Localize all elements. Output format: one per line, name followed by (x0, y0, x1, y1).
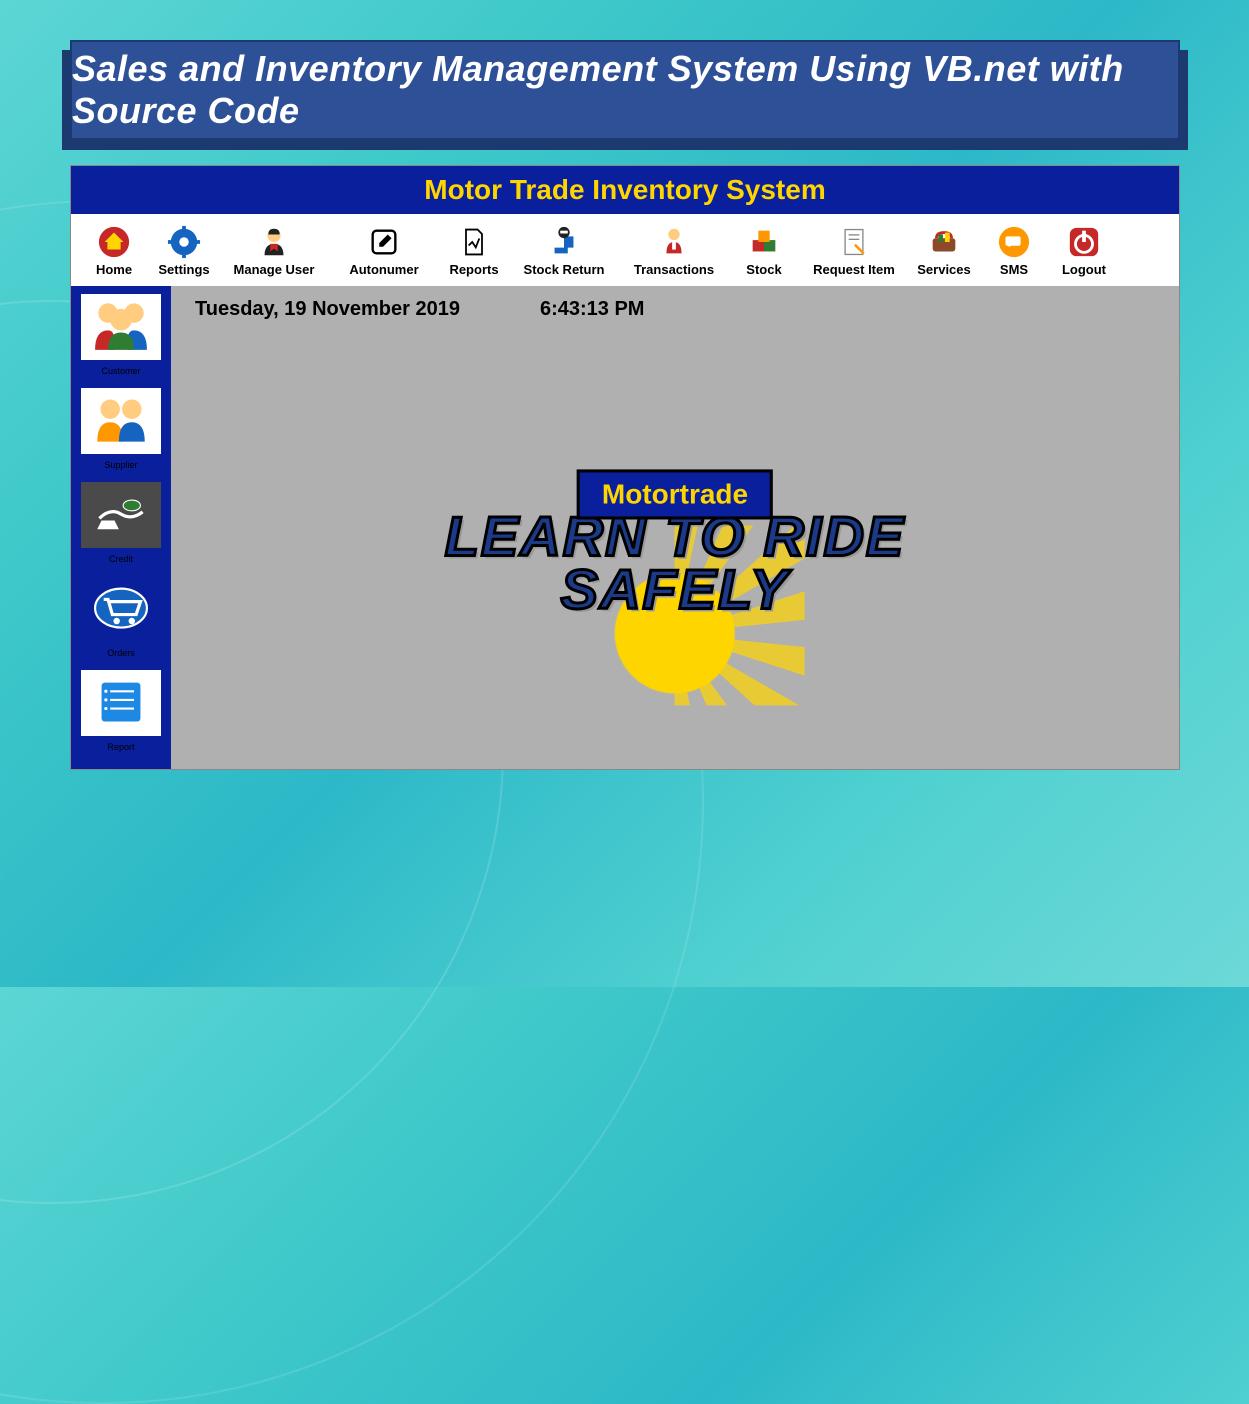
sms-button[interactable]: SMS (979, 222, 1049, 279)
current-time: 6:43:13 PM (540, 298, 645, 321)
user-icon (256, 224, 292, 260)
sidebar-credit-label: Credit (109, 554, 133, 564)
customer-icon (86, 298, 156, 357)
request-item-button[interactable]: Request Item (799, 222, 909, 279)
services-icon (926, 224, 962, 260)
request-item-label: Request Item (813, 262, 895, 277)
sidebar-customer-label: Customer (101, 366, 140, 376)
stock-button[interactable]: Stock (729, 222, 799, 279)
home-button[interactable]: Home (79, 222, 149, 279)
manage-user-button[interactable]: Manage User (219, 222, 329, 279)
sidebar-report-label: Report (107, 742, 134, 752)
stock-icon (746, 224, 782, 260)
sidebar-supplier-button[interactable] (79, 386, 163, 456)
reports-label: Reports (449, 262, 498, 277)
stock-return-button[interactable]: Stock Return (509, 222, 619, 279)
cart-icon (86, 580, 156, 639)
transaction-icon (656, 224, 692, 260)
main-panel: Tuesday, 19 November 2019 6:43:13 PM Mot… (171, 286, 1179, 769)
logout-button[interactable]: Logout (1049, 222, 1119, 279)
request-icon (836, 224, 872, 260)
stock-label: Stock (746, 262, 781, 277)
sms-label: SMS (1000, 262, 1028, 277)
current-date: Tuesday, 19 November 2019 (195, 298, 460, 321)
sidebar-credit-button[interactable] (79, 480, 163, 550)
autonumber-button[interactable]: Autonumer (329, 222, 439, 279)
app-window: Motor Trade Inventory System Home Settin… (70, 165, 1180, 770)
credit-icon (86, 486, 156, 545)
logout-icon (1066, 224, 1102, 260)
app-title-bar: Motor Trade Inventory System (71, 166, 1179, 214)
logo-brand: Motortrade (577, 469, 773, 519)
report-icon (456, 224, 492, 260)
manage-user-label: Manage User (234, 262, 315, 277)
edit-icon (366, 224, 402, 260)
main-toolbar: Home Settings Manage User Autonumer Repo (71, 214, 1179, 286)
left-sidebar: Customer Supplier Credit Orders (71, 286, 171, 769)
content-area: Customer Supplier Credit Orders (71, 286, 1179, 769)
home-icon (96, 224, 132, 260)
transactions-button[interactable]: Transactions (619, 222, 729, 279)
sidebar-report-button[interactable] (79, 668, 163, 738)
settings-label: Settings (158, 262, 209, 277)
list-icon (86, 674, 156, 733)
autonumber-label: Autonumer (349, 262, 418, 277)
services-button[interactable]: Services (909, 222, 979, 279)
banner-title: Sales and Inventory Management System Us… (72, 48, 1178, 132)
page-banner: Sales and Inventory Management System Us… (70, 40, 1180, 140)
services-label: Services (917, 262, 971, 277)
sidebar-orders-button[interactable] (79, 574, 163, 644)
gear-icon (166, 224, 202, 260)
app-title: Motor Trade Inventory System (424, 174, 825, 206)
sidebar-customer-button[interactable] (79, 292, 163, 362)
sidebar-orders-label: Orders (107, 648, 135, 658)
return-icon (546, 224, 582, 260)
reports-button[interactable]: Reports (439, 222, 509, 279)
home-label: Home (96, 262, 132, 277)
sidebar-supplier-label: Supplier (104, 460, 137, 470)
transactions-label: Transactions (634, 262, 714, 277)
supplier-icon (86, 392, 156, 451)
stock-return-label: Stock Return (524, 262, 605, 277)
logout-label: Logout (1062, 262, 1106, 277)
sms-icon (996, 224, 1032, 260)
status-row: Tuesday, 19 November 2019 6:43:13 PM (195, 298, 1155, 321)
logo-line2: SAFELY (445, 562, 906, 615)
settings-button[interactable]: Settings (149, 222, 219, 279)
motortrade-logo: Motortrade LEARN TO RIDE SAFELY (445, 469, 906, 615)
